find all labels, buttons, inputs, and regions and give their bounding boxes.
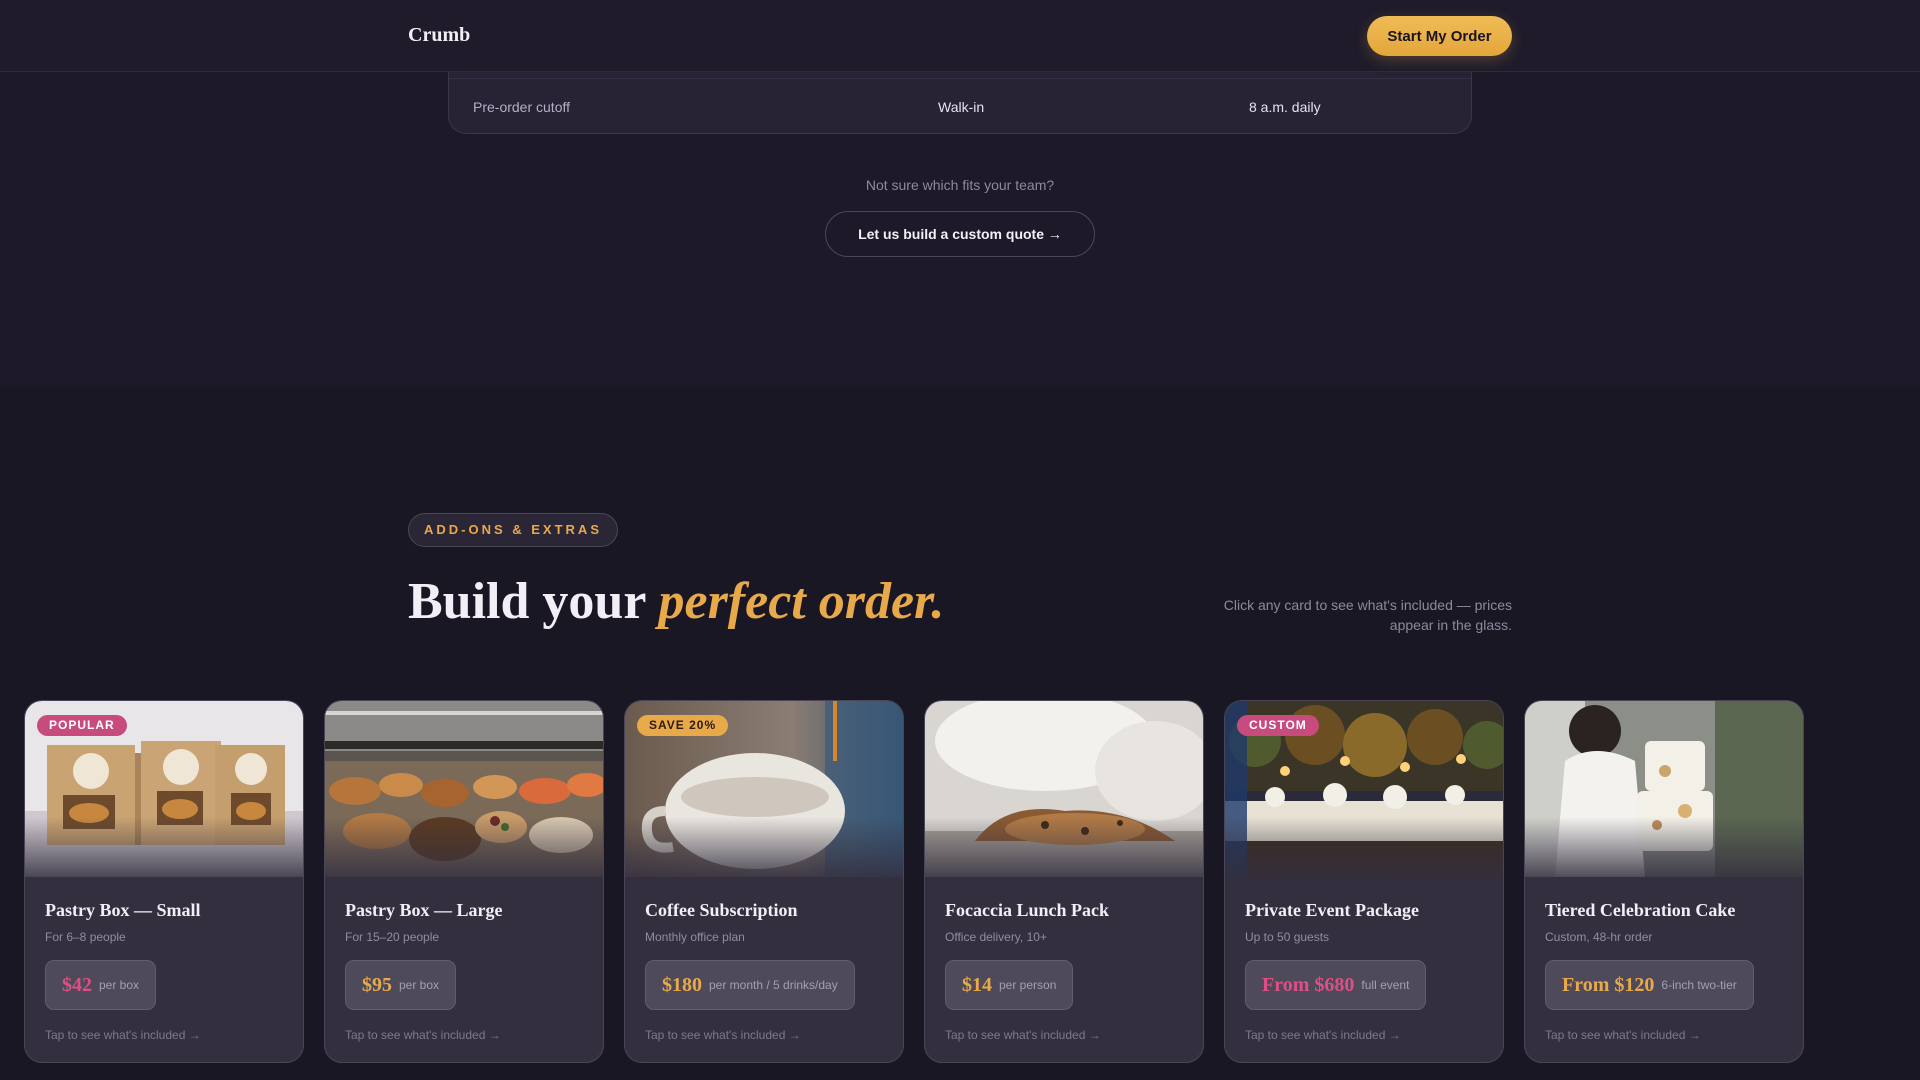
price-glass: $14 per person — [945, 960, 1074, 1010]
card-details-link[interactable]: Tap to see what's included → — [1545, 1028, 1701, 1042]
card-badge: POPULAR — [37, 715, 127, 736]
card-details-link[interactable]: Tap to see what's included → — [45, 1028, 201, 1042]
event-table-image: CUSTOM — [1225, 701, 1503, 877]
card-subtitle: Custom, 48-hr order — [1545, 930, 1653, 944]
card-price-unit: per person — [999, 978, 1057, 992]
card-title: Pastry Box — Small — [45, 900, 201, 920]
card-subtitle: For 6–8 people — [45, 930, 126, 944]
card-price-unit: 6-inch two-tier — [1661, 978, 1737, 992]
heading-emphasis: perfect order. — [658, 573, 945, 630]
wedding-cake-image — [1525, 701, 1803, 877]
card-price: $180 — [662, 973, 702, 996]
section-tag: ADD-ONS & EXTRAS — [408, 513, 618, 547]
card-badge: CUSTOM — [1237, 715, 1319, 736]
heading-plain: Build your — [408, 573, 659, 630]
card-price: From $120 — [1562, 973, 1655, 996]
card-price: $14 — [962, 973, 992, 996]
schedule-time-value: 8 a.m. daily — [1249, 99, 1321, 115]
card-badge: SAVE 20% — [637, 715, 729, 736]
card-title: Private Event Package — [1245, 900, 1419, 920]
card-price: $42 — [62, 973, 92, 996]
card-details-link[interactable]: Tap to see what's included → — [1245, 1028, 1401, 1042]
schedule-row-label: Pre-order cutoff — [473, 99, 571, 115]
schedule-table: Pre-order cutoff Walk-in 8 a.m. daily — [448, 70, 1472, 134]
coffee-image: SAVE 20% — [625, 701, 903, 877]
card-price-unit: full event — [1361, 978, 1410, 992]
custom-quote-button[interactable]: Let us build a custom quote → — [825, 211, 1095, 257]
schedule-walkin-value: Walk-in — [938, 99, 985, 115]
card-price-unit: per month / 5 drinks/day — [709, 978, 838, 992]
product-card-celebration-cake[interactable]: Tiered Celebration Cake Custom, 48-hr or… — [1524, 700, 1804, 1063]
top-nav-bar: Crumb Start My Order — [0, 0, 1920, 72]
price-glass: $95 per box — [345, 960, 457, 1010]
price-glass: From $120 6-inch two-tier — [1545, 960, 1754, 1010]
card-title: Focaccia Lunch Pack — [945, 900, 1109, 920]
card-price-unit: per box — [99, 978, 140, 992]
section-note: Click any card to see what's included — … — [1223, 597, 1512, 633]
card-price-unit: per box — [399, 978, 440, 992]
table-divider — [449, 78, 1471, 79]
help-text: Not sure which fits your team? — [865, 177, 1055, 193]
card-subtitle: Monthly office plan — [645, 930, 745, 944]
section-heading: Build your perfect order. — [408, 572, 944, 631]
card-details-link[interactable]: Tap to see what's included → — [945, 1028, 1101, 1042]
card-details-link[interactable]: Tap to see what's included → — [345, 1028, 501, 1042]
price-glass: $180 per month / 5 drinks/day — [645, 960, 855, 1010]
price-glass: $42 per box — [45, 960, 157, 1010]
card-price: $95 — [362, 973, 392, 996]
card-price: From $680 — [1262, 973, 1355, 996]
price-glass: From $680 full event — [1245, 960, 1427, 1010]
card-title: Tiered Celebration Cake — [1545, 900, 1736, 920]
card-title: Pastry Box — Large — [345, 900, 503, 920]
card-subtitle: Office delivery, 10+ — [945, 930, 1047, 944]
product-card-pastry-box-large[interactable]: Pastry Box — Large For 15–20 people $95 … — [324, 700, 604, 1063]
focaccia-image — [925, 701, 1203, 877]
card-details-link[interactable]: Tap to see what's included → — [645, 1028, 801, 1042]
product-card-private-event[interactable]: CUSTOM Private Event Package Up to 50 gu… — [1224, 700, 1504, 1063]
product-card-pastry-box-small[interactable]: POPULAR Pastry Box — Small For 6–8 peopl… — [24, 700, 304, 1063]
brand-logo[interactable]: Crumb — [408, 24, 470, 47]
start-order-button[interactable]: Start My Order — [1367, 16, 1512, 56]
product-card-focaccia-lunch[interactable]: Focaccia Lunch Pack Office delivery, 10+… — [924, 700, 1204, 1063]
pastry-display-image — [325, 701, 603, 877]
card-subtitle: For 15–20 people — [345, 930, 440, 944]
product-card-coffee-subscription[interactable]: SAVE 20% Coffee Subscription Monthly off… — [624, 700, 904, 1063]
card-subtitle: Up to 50 guests — [1245, 930, 1330, 944]
pastry-box-image: POPULAR — [25, 701, 303, 877]
card-title: Coffee Subscription — [645, 900, 798, 920]
